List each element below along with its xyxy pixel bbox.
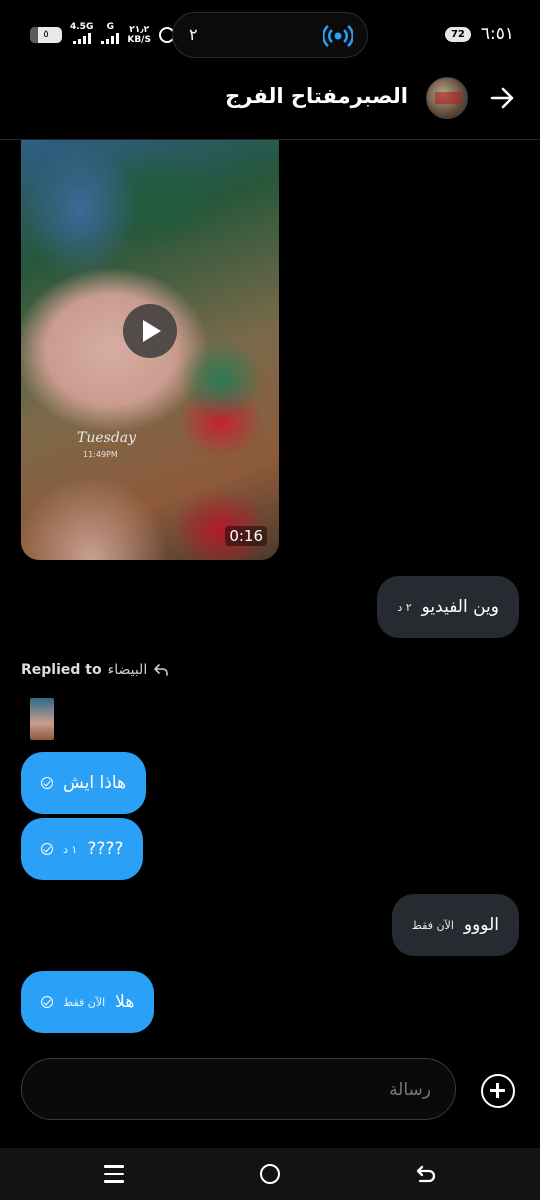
clock: ٦:٥١: [480, 24, 514, 44]
plus-circle-icon[interactable]: [481, 1074, 515, 1108]
status-left: ٥ 4.5G G ٢١٫٢ KB/S: [30, 22, 175, 47]
play-icon[interactable]: [123, 304, 177, 358]
battery-level-badge: 72: [444, 26, 471, 42]
contact-name[interactable]: الصبرمفتاح الفرج: [225, 84, 408, 108]
reply-target: البيضاء: [107, 662, 148, 678]
speed-unit: KB/S: [127, 34, 151, 45]
signal-icon-2: [101, 32, 120, 44]
reply-label: Replied to: [21, 662, 102, 678]
dynamic-island[interactable]: ٢: [172, 12, 368, 58]
reply-arrow-icon: [154, 664, 169, 676]
message-input[interactable]: [46, 1077, 431, 1103]
message-text: ????: [87, 839, 124, 859]
system-nav-bar: [0, 1148, 540, 1200]
message-bubble-sent[interactable]: هلا الآن فقط: [21, 971, 155, 1033]
battery-left-value: ٥: [43, 28, 49, 40]
message-time: ١ د: [63, 842, 78, 856]
battery-icon: ٥: [30, 26, 62, 43]
video-message[interactable]: Tuesday 11:49PM 0:16: [21, 140, 279, 560]
menu-icon[interactable]: [104, 1165, 124, 1183]
video-duration: 0:16: [225, 526, 267, 546]
message-composer[interactable]: [21, 1058, 456, 1120]
broadcast-icon: [323, 25, 353, 47]
status-right: 72 ٦:٥١: [444, 24, 514, 44]
data-speed: ٢١٫٢ KB/S: [127, 25, 151, 45]
network-g-label: G: [106, 22, 115, 32]
message-time: ٢ د: [397, 600, 412, 614]
reply-thumbnail[interactable]: [30, 698, 54, 740]
message-bubble-sent[interactable]: ???? ١ د: [21, 818, 144, 880]
home-circle-icon[interactable]: [260, 1164, 280, 1184]
network-type: 4.5G: [70, 22, 93, 47]
message-text: الووو: [463, 915, 499, 935]
network-g: G: [101, 22, 120, 47]
message-bubble-sent[interactable]: هاذا ايش: [21, 752, 146, 814]
network-type-label: 4.5G: [70, 22, 94, 32]
message-bubble-received[interactable]: وين الفيديو ٢ د: [377, 576, 519, 638]
check-circle-icon: [41, 843, 53, 855]
status-bar: ٥ 4.5G G ٢١٫٢ KB/S ٢ 72 ٦:٥١: [0, 0, 540, 70]
avatar[interactable]: [426, 77, 468, 119]
arrow-right-icon[interactable]: [488, 84, 516, 112]
check-circle-icon: [41, 777, 53, 789]
message-bubble-received[interactable]: الووو الآن فقط: [391, 894, 519, 956]
chat-header: الصبرمفتاح الفرج: [0, 70, 540, 140]
reply-context[interactable]: Replied to البيضاء: [21, 662, 169, 678]
message-text: وين الفيديو: [421, 597, 499, 617]
message-time: الآن فقط: [63, 995, 106, 1009]
video-watermark-time: 11:49PM: [83, 450, 118, 459]
speed-value: ٢١٫٢: [129, 24, 150, 35]
back-icon[interactable]: [414, 1162, 438, 1186]
check-circle-icon: [41, 996, 53, 1008]
message-text: هلا: [115, 992, 135, 1012]
message-text: هاذا ايش: [63, 773, 126, 793]
island-text: ٢: [189, 25, 198, 44]
message-time: الآن فقط: [411, 918, 454, 932]
signal-icon: [72, 32, 91, 44]
video-watermark: Tuesday: [77, 430, 137, 446]
